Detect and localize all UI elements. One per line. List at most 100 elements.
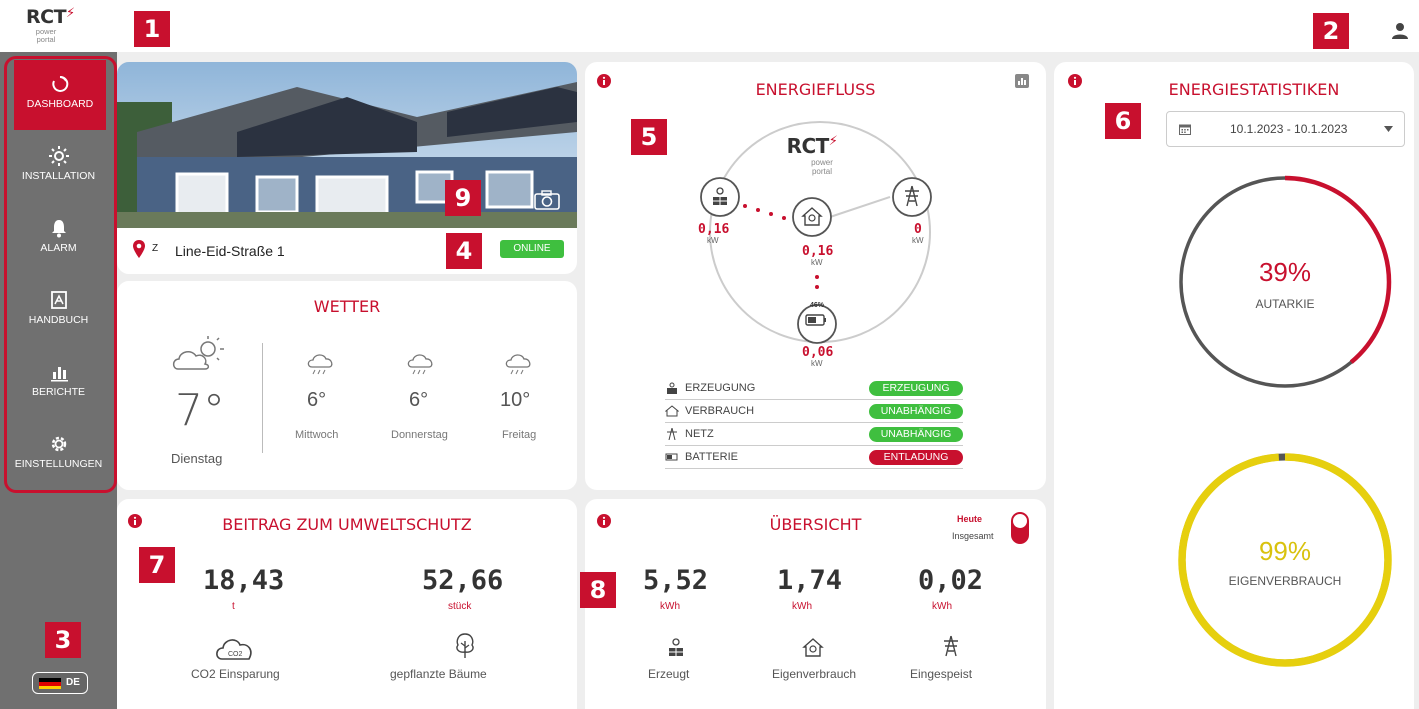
flow-row-label: ERZEUGUNG	[685, 382, 756, 394]
badge-1: 1	[134, 11, 170, 47]
grid-unit: kW	[912, 236, 924, 245]
house-unit: kW	[811, 258, 823, 267]
forecast-temp: 10°	[500, 389, 531, 411]
address-text: Line-Eid-Straße 1	[175, 243, 285, 259]
flow-row-status: UNABHÄNGIG	[869, 404, 963, 419]
solar-panel-icon	[713, 187, 727, 205]
pv-unit: kW	[707, 236, 719, 245]
eigenverbrauch-label: EIGENVERBRAUCH	[1228, 574, 1342, 588]
weather-title: WETTER	[313, 297, 381, 316]
solar-panel-icon	[667, 382, 677, 394]
toggle-label-today[interactable]: Heute	[957, 514, 982, 524]
badge-6: 6	[1105, 103, 1141, 139]
forecast-day: Freitag	[502, 429, 537, 441]
co2-cloud-icon: CO2	[216, 639, 252, 660]
calendar-icon	[1179, 124, 1191, 135]
rct-logo[interactable]: RCT⚡ power portal	[26, 6, 86, 50]
power-grid-icon	[905, 185, 919, 207]
flow-row-erzeugung: ERZEUGUNG ERZEUGUNG	[665, 378, 963, 400]
today-day: Dienstag	[171, 451, 223, 466]
pv-power: 0,16	[698, 222, 730, 237]
badge-8: 8	[580, 572, 616, 608]
forecast-day: Donnerstag	[391, 429, 448, 441]
autarkie-percent: 39%	[1258, 257, 1312, 287]
badge-9: 9	[445, 180, 481, 216]
overview-card: ÜBERSICHT Heute Insgesamt 5,52 kWh Erzeu…	[585, 499, 1046, 709]
date-range-value: 10.1.2023 - 10.1.2023	[1230, 122, 1348, 136]
battery-unit: kW	[811, 359, 823, 368]
flow-row-label: NETZ	[685, 428, 714, 440]
energyflow-logo: RCT⚡ power portal	[786, 134, 838, 176]
statistics-title: ENERGIESTATISTIKEN	[1168, 80, 1340, 99]
trees-label: gepflanzte Bäume	[390, 667, 487, 681]
power-grid-icon	[944, 635, 958, 657]
forecast-temp: 6°	[307, 389, 327, 411]
house-power: 0,16	[802, 244, 834, 259]
co2-label: CO2 Einsparung	[191, 667, 280, 681]
chevron-down-icon	[1384, 126, 1393, 132]
eigenverbrauch-percent: 99%	[1258, 536, 1312, 566]
flow-row-batterie: BATTERIE ENTLADUNG	[665, 447, 963, 469]
statistics-card: ENERGIESTATISTIKEN 10.1.2023 - 10.1.2023…	[1054, 62, 1414, 709]
forecast-day: Mittwoch	[295, 429, 339, 441]
rain-icon	[307, 354, 333, 375]
environment-card: BEITRAG ZUM UMWELTSCHUTZ 18,43 t CO2 CO2…	[117, 499, 577, 709]
partly-cloudy-icon	[172, 336, 224, 370]
badge-5: 5	[631, 119, 667, 155]
produced-label: Erzeugt	[648, 667, 690, 681]
flow-row-verbrauch: VERBRAUCH UNABHÄNGIG	[665, 401, 963, 423]
battery-icon	[665, 453, 678, 461]
badge-7: 7	[139, 547, 175, 583]
fed-in-value: 0,02	[918, 565, 984, 596]
co2-unit: t	[232, 601, 235, 612]
camera-icon[interactable]	[534, 190, 560, 210]
flow-row-status: UNABHÄNGIG	[869, 427, 963, 442]
chart-view-icon[interactable]	[1015, 74, 1029, 88]
flow-row-netz: NETZ UNABHÄNGIG	[665, 424, 963, 446]
power-grid-icon	[667, 428, 677, 440]
flow-row-status: ERZEUGUNG	[869, 381, 963, 396]
co2-value: 18,43	[203, 565, 285, 596]
energyflow-title: ENERGIEFLUSS	[755, 80, 876, 99]
rain-icon	[407, 354, 433, 375]
grid-power: 0	[914, 222, 922, 237]
battery-icon	[805, 314, 826, 326]
flow-row-status: ENTLADUNG	[869, 450, 963, 465]
address-prefix: Z	[152, 243, 159, 254]
badge-2: 2	[1313, 13, 1349, 49]
fed-in-unit: kWh	[932, 601, 952, 612]
fed-in-label: Eingespeist	[910, 667, 973, 681]
today-temp: 7°	[175, 385, 225, 436]
svg-text:CO2: CO2	[228, 651, 243, 658]
environment-title: BEITRAG ZUM UMWELTSCHUTZ	[222, 515, 472, 534]
autarkie-label: AUTARKIE	[1255, 297, 1315, 311]
language-selector[interactable]: DE	[32, 672, 88, 694]
location-pin-icon	[133, 240, 145, 258]
house-icon	[665, 405, 679, 417]
sidebar-highlight	[4, 56, 117, 493]
user-icon[interactable]	[1391, 22, 1409, 40]
flow-row-label: BATTERIE	[685, 451, 738, 463]
badge-3: 3	[45, 622, 81, 658]
trees-value: 52,66	[422, 565, 504, 596]
german-flag-icon	[39, 678, 61, 689]
installation-photo[interactable]	[117, 62, 577, 228]
solar-panel-icon	[669, 638, 683, 656]
house-icon	[801, 207, 823, 226]
self-consumption-value: 1,74	[777, 565, 843, 596]
tree-icon	[456, 633, 474, 658]
produced-value: 5,52	[643, 565, 709, 596]
self-consumption-unit: kWh	[792, 601, 812, 612]
produced-unit: kWh	[660, 601, 680, 612]
date-range-select[interactable]: 10.1.2023 - 10.1.2023	[1166, 111, 1405, 147]
battery-soc: 46%	[809, 302, 824, 309]
weather-card: WETTER 7° Dienstag 6° Mittwoch 6° Donner…	[117, 281, 577, 490]
toggle-label-total[interactable]: Insgesamt	[952, 531, 994, 541]
self-consumption-label: Eigenverbrauch	[772, 667, 857, 681]
flow-row-label: VERBRAUCH	[685, 405, 755, 417]
battery-power: 0,06	[802, 345, 834, 360]
house-icon	[802, 638, 824, 657]
period-toggle[interactable]	[1011, 512, 1029, 544]
rain-icon	[505, 354, 531, 375]
language-label: DE	[66, 677, 80, 688]
